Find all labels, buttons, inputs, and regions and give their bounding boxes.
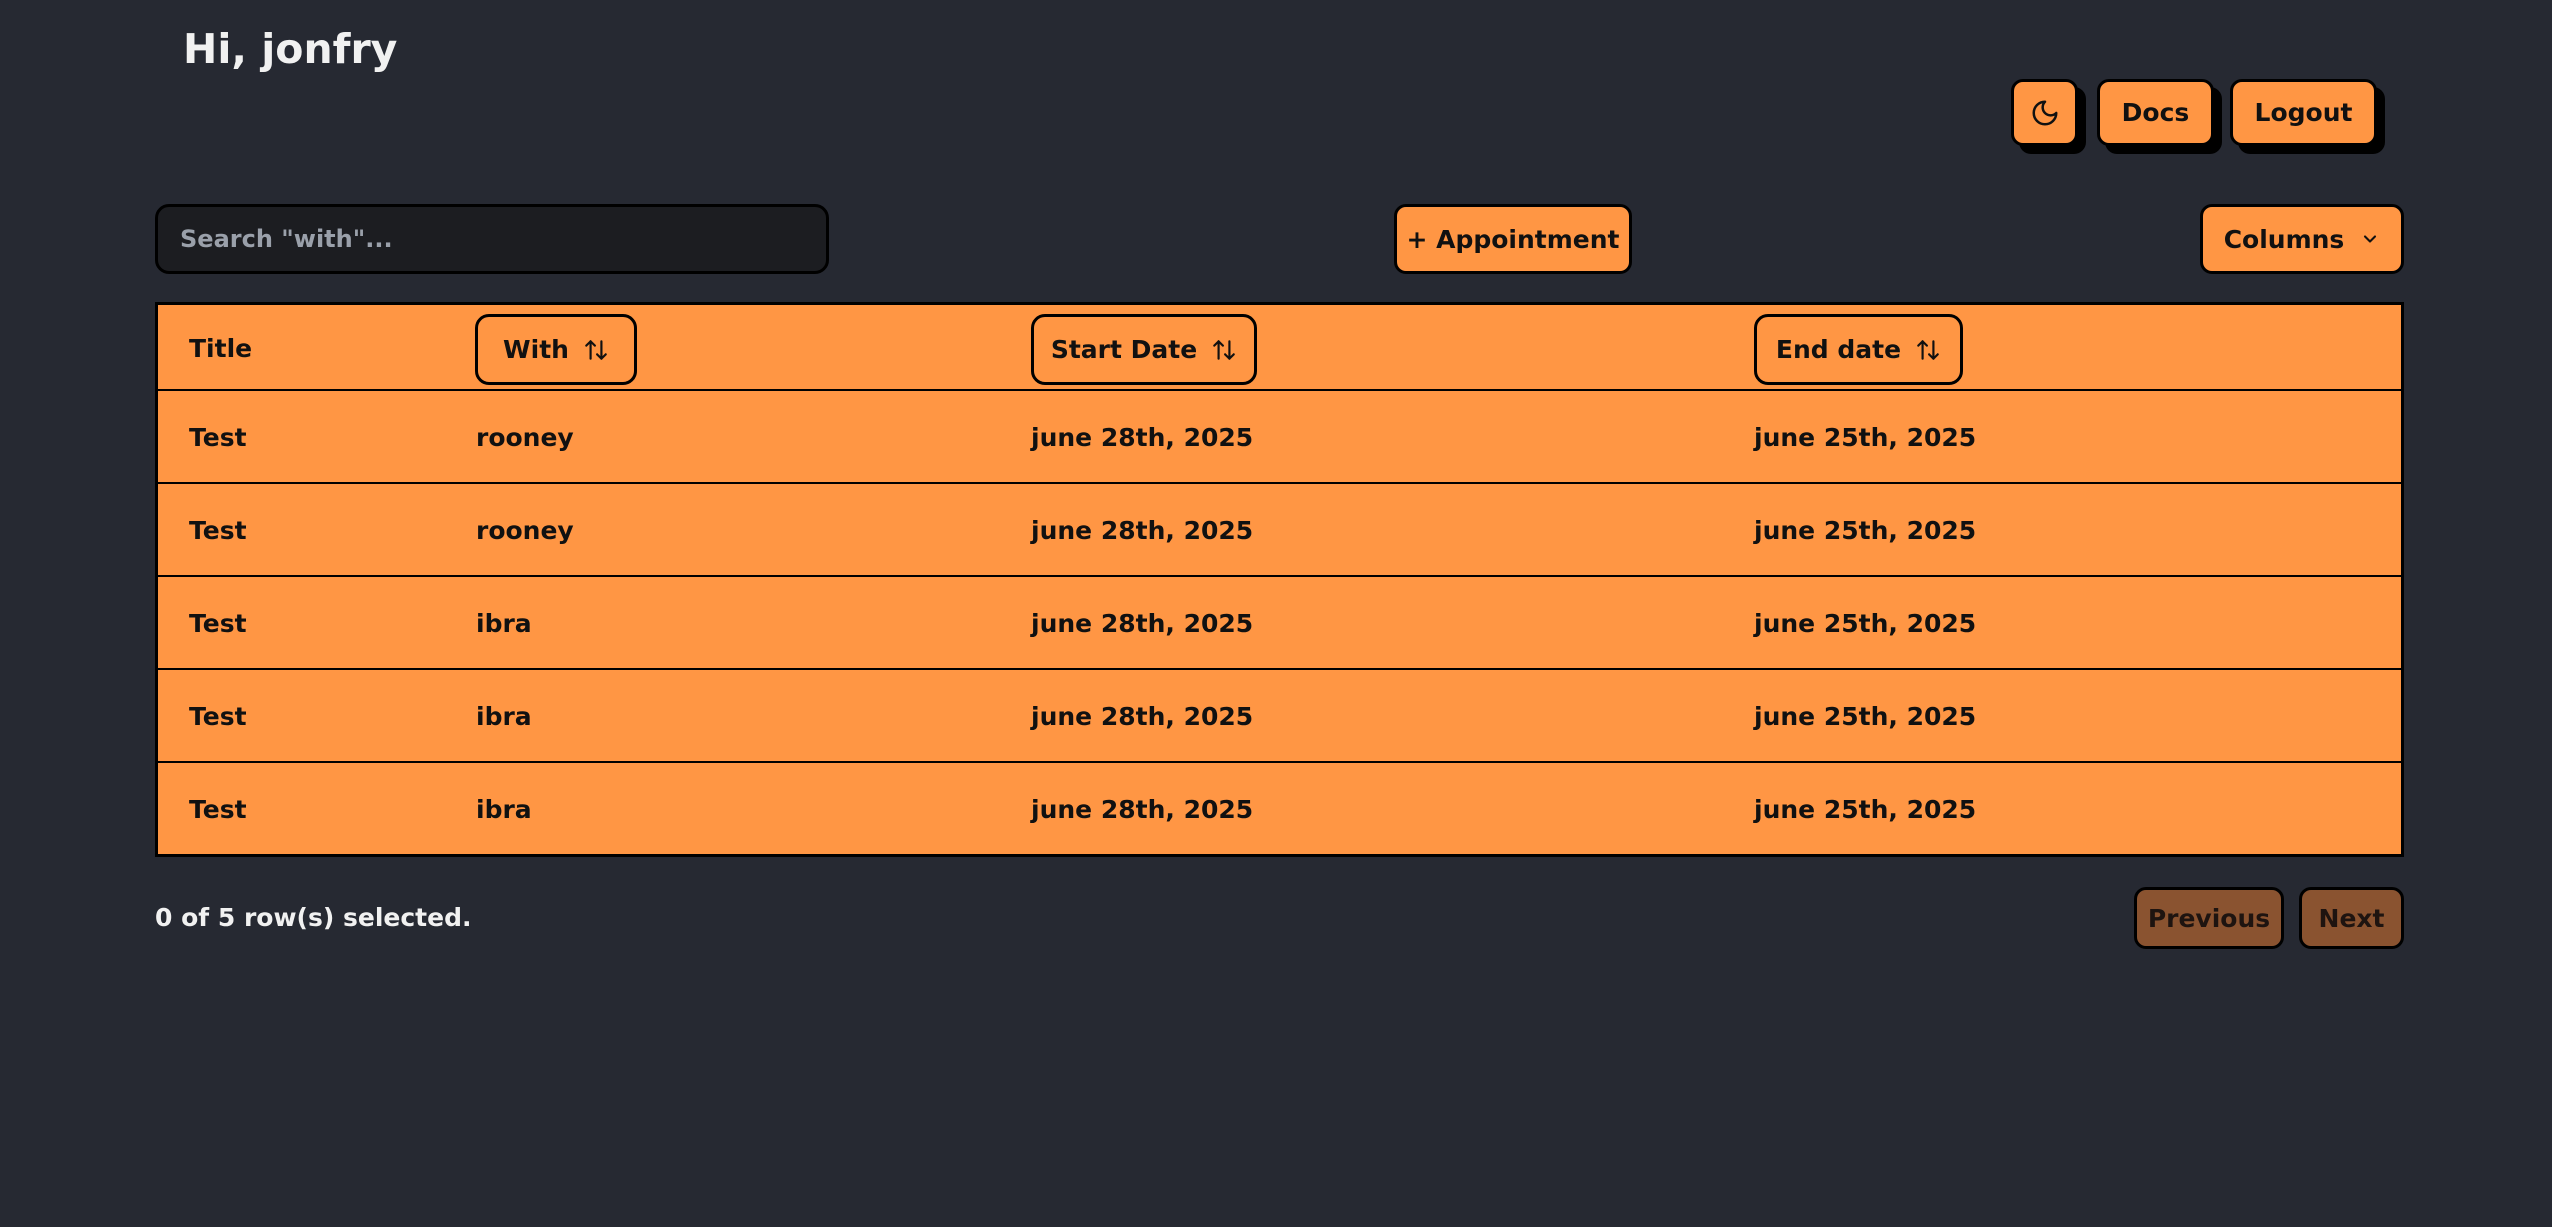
logout-button[interactable]: Logout [2230,79,2377,146]
columns-dropdown-button[interactable]: Columns [2200,204,2404,274]
header-end-date-label: End date [1775,335,1902,364]
table-row[interactable]: Test ibra june 28th, 2025 june 25th, 202… [158,763,2401,856]
table-row[interactable]: Test ibra june 28th, 2025 june 25th, 202… [158,577,2401,670]
cell-with: rooney [476,423,574,452]
header-title: Title [189,333,253,363]
selection-count: 0 of 5 row(s) selected. [155,903,472,932]
cell-end-date: june 25th, 2025 [1754,609,1977,638]
cell-with: ibra [476,702,532,731]
table-header-row: Title With Start Date End date [158,305,2401,391]
cell-start-date: june 28th, 2025 [1031,795,1254,824]
cell-end-date: june 25th, 2025 [1754,795,1977,824]
sort-start-date-button[interactable]: Start Date [1031,314,1257,385]
table-row[interactable]: Test ibra june 28th, 2025 june 25th, 202… [158,670,2401,763]
docs-button[interactable]: Docs [2097,79,2214,146]
cell-with: ibra [476,795,532,824]
sort-arrows-icon [1211,337,1237,363]
cell-title: Test [189,702,247,731]
header-start-date-label: Start Date [1050,335,1198,364]
cell-with: ibra [476,609,532,638]
previous-page-button[interactable]: Previous [2134,887,2284,949]
cell-end-date: june 25th, 2025 [1754,702,1977,731]
cell-title: Test [189,609,247,638]
cell-title: Test [189,516,247,545]
header-with-label: With [503,335,569,364]
cell-end-date: june 25th, 2025 [1754,423,1977,452]
cell-start-date: june 28th, 2025 [1031,423,1254,452]
cell-title: Test [189,795,247,824]
cell-start-date: june 28th, 2025 [1031,609,1254,638]
cell-with: rooney [476,516,574,545]
appointments-table: Title With Start Date End date Test roon… [155,302,2404,857]
columns-label: Columns [2223,224,2345,254]
table-row[interactable]: Test rooney june 28th, 2025 june 25th, 2… [158,484,2401,577]
table-row[interactable]: Test rooney june 28th, 2025 june 25th, 2… [158,391,2401,484]
sort-arrows-icon [583,337,609,363]
next-page-button[interactable]: Next [2299,887,2404,949]
sort-end-date-button[interactable]: End date [1754,314,1963,385]
cell-title: Test [189,423,247,452]
search-input[interactable] [155,204,829,274]
sort-arrows-icon [1915,337,1941,363]
theme-toggle-button[interactable] [2011,79,2078,146]
chevron-down-icon [2360,229,2380,249]
moon-icon [2030,98,2060,128]
cell-start-date: june 28th, 2025 [1031,702,1254,731]
sort-with-button[interactable]: With [475,314,637,385]
cell-end-date: june 25th, 2025 [1754,516,1977,545]
greeting-title: Hi, jonfry [183,25,398,73]
cell-start-date: june 28th, 2025 [1031,516,1254,545]
add-appointment-button[interactable]: + Appointment [1394,204,1632,274]
